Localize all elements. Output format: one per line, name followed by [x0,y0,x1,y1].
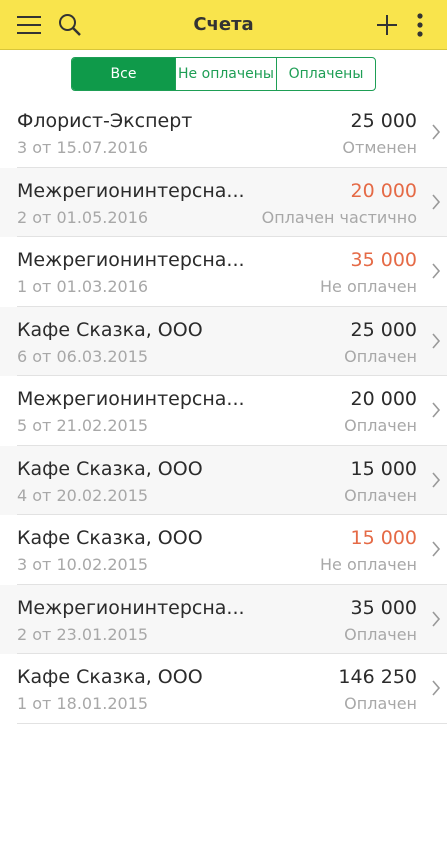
invoice-counterparty: Кафе Сказка, ООО [17,457,203,480]
invoice-amount: 20 000 [350,388,417,410]
chevron-right-icon [432,610,441,627]
invoice-number-date: 3 от 15.07.2016 [17,138,149,157]
invoice-amount: 25 000 [350,318,417,341]
invoice-row[interactable]: Кафе Сказка, ООО 6 от 06.03.2015 25 000 Опл… [0,306,447,376]
invoice-number-date: 5 от 21.02.2015 [17,416,149,435]
invoice-row[interactable]: Межрегионинтерсна... 5 от 21.02.2015 20 00… [17,376,447,446]
menu-icon[interactable] [14,0,44,50]
invoice-amount: 25 000 [350,110,417,132]
tab-unpaid[interactable]: Не оплачены [175,58,276,90]
chevron-right-icon [432,124,441,140]
filter-segmented-control: Все Не оплачены Оплачены [71,57,376,91]
invoice-amount: 15 000 [350,527,417,549]
invoice-number-date: 2 от 01.05.2016 [17,207,149,227]
invoice-counterparty: Межрегионинтерсна... [17,596,245,619]
tab-all[interactable]: Все [72,58,175,90]
invoice-status: Отменен [342,138,417,157]
chevron-right-icon [432,541,441,557]
tab-paid[interactable]: Оплачены [276,58,375,90]
invoice-status: Оплачен частично [261,207,417,227]
invoice-number-date: 2 от 23.01.2015 [17,624,149,644]
invoice-row[interactable]: Флорист-Эксперт 3 от 15.07.2016 25 000 Отме… [17,98,447,168]
invoice-status: Оплачен [344,694,417,713]
invoice-number-date: 1 от 18.01.2015 [17,694,149,713]
invoice-status: Оплачен [344,624,417,644]
more-vertical-icon[interactable] [410,0,430,50]
invoice-amount: 20 000 [350,179,417,202]
chevron-right-icon [432,680,441,696]
invoice-row[interactable]: Межрегионинтерсна... 1 от 01.03.2016 35 00… [17,237,447,307]
invoice-status: Оплачен [344,416,417,435]
plus-icon[interactable] [372,0,402,50]
invoice-row[interactable]: Кафе Сказка, ООО 1 от 18.01.2015 146 250 Оп… [17,654,447,724]
chevron-right-icon [432,332,441,349]
chevron-right-icon [432,402,441,418]
invoice-counterparty: Кафе Сказка, ООО [17,666,203,688]
invoice-row[interactable]: Кафе Сказка, ООО 3 от 10.02.2015 15 000 Не … [17,515,447,585]
invoice-number-date: 3 от 10.02.2015 [17,555,149,574]
invoice-status: Не оплачен [320,277,417,296]
invoice-counterparty: Кафе Сказка, ООО [17,318,203,341]
invoice-status: Оплачен [344,485,417,505]
search-icon[interactable] [55,0,85,50]
chevron-right-icon [432,193,441,210]
invoice-amount: 35 000 [350,249,417,271]
invoice-list: Флорист-Эксперт 3 от 15.07.2016 25 000 Отме… [0,98,447,724]
invoice-amount: 146 250 [338,666,417,688]
invoice-counterparty: Межрегионинтерсна... [17,249,245,271]
chevron-right-icon [432,263,441,279]
invoice-row[interactable]: Кафе Сказка, ООО 4 от 20.02.2015 15 000 Опл… [0,445,447,515]
chevron-right-icon [432,471,441,488]
invoice-counterparty: Флорист-Эксперт [17,110,193,132]
invoice-amount: 35 000 [350,596,417,619]
app-bar: Счета [0,0,447,50]
invoice-number-date: 1 от 01.03.2016 [17,277,149,296]
invoice-counterparty: Межрегионинтерсна... [17,388,245,410]
invoice-row[interactable]: Межрегионинтерсна... 2 от 23.01.2015 35 00… [0,584,447,654]
invoice-counterparty: Межрегионинтерсна... [17,179,245,202]
invoice-status: Оплачен [344,346,417,366]
invoice-row[interactable]: Межрегионинтерсна... 2 от 01.05.2016 20 00… [0,167,447,237]
invoice-number-date: 6 от 06.03.2015 [17,346,149,366]
invoice-counterparty: Кафе Сказка, ООО [17,527,203,549]
invoice-number-date: 4 от 20.02.2015 [17,485,149,505]
invoice-status: Не оплачен [320,555,417,574]
invoice-amount: 15 000 [350,457,417,480]
